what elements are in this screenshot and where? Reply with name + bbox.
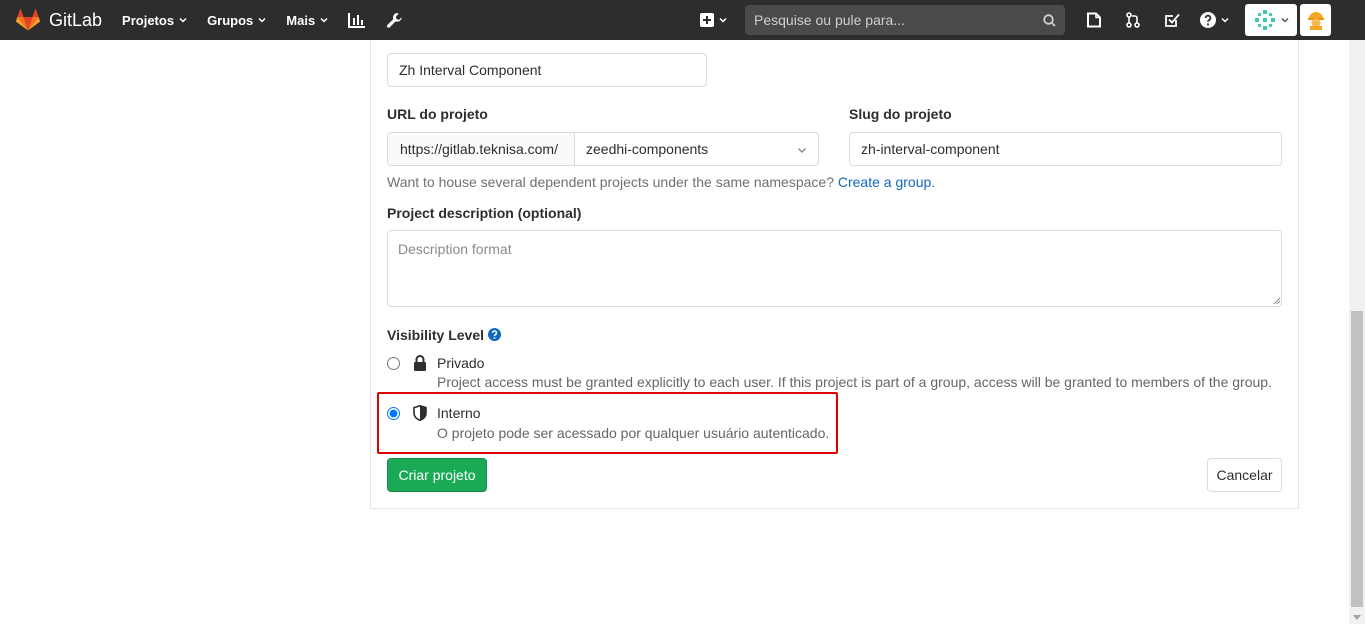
wrench-icon — [387, 12, 402, 28]
url-prefix: https://gitlab.teknisa.com/ — [387, 132, 575, 166]
user-menu-dropdown[interactable] — [1245, 4, 1297, 36]
namespace-value: zeedhi-components — [586, 141, 709, 157]
issues-link[interactable] — [1083, 9, 1105, 31]
new-item-dropdown[interactable] — [700, 13, 727, 27]
bar-chart-icon — [348, 13, 366, 28]
chevron-down-icon — [719, 17, 727, 23]
plus-square-icon — [700, 13, 714, 27]
gitlab-logo-icon — [16, 9, 40, 31]
namespace-help-message: Want to house several dependent projects… — [387, 174, 834, 190]
search-box[interactable] — [745, 5, 1065, 35]
resize-grip-icon[interactable] — [1273, 297, 1281, 305]
merge-requests-link[interactable] — [1122, 9, 1144, 31]
visibility-level-text: Visibility Level — [387, 327, 485, 343]
nav-groups-label: Grupos — [207, 12, 254, 28]
brand-name: GitLab — [49, 9, 103, 30]
todo-check-icon — [1165, 13, 1180, 27]
visibility-private-radio[interactable] — [387, 357, 400, 370]
question-circle-icon — [1200, 12, 1216, 28]
url-prefix-text: https://gitlab.teknisa.com/ — [400, 141, 558, 157]
nav-projects-label: Projetos — [122, 12, 175, 28]
nav-more-dropdown[interactable]: Mais — [286, 13, 328, 28]
worker-avatar-icon — [1307, 12, 1324, 30]
visibility-level-label: Visibility Level — [387, 327, 502, 343]
project-url-label: URL do projeto — [387, 106, 488, 122]
new-project-form: URL do projeto Slug do projeto https://g… — [370, 40, 1299, 509]
chevron-down-icon — [179, 17, 187, 23]
chevron-down-icon — [798, 148, 806, 153]
extension-avatar[interactable] — [1300, 4, 1331, 36]
project-slug-input[interactable] — [849, 132, 1282, 166]
scroll-down-arrow-icon[interactable] — [1353, 615, 1361, 620]
top-navbar: GitLab Projetos Grupos Mais — [0, 0, 1365, 40]
chevron-down-icon — [258, 17, 266, 23]
page-scrollbar[interactable] — [1349, 40, 1365, 624]
chevron-down-icon — [1280, 17, 1289, 23]
create-group-link[interactable]: Create a group. — [838, 174, 935, 190]
activity-chart-link[interactable] — [348, 12, 366, 28]
project-description-label: Project description (optional) — [387, 205, 582, 221]
project-description-textarea[interactable] — [387, 230, 1282, 307]
namespace-select[interactable]: zeedhi-components — [574, 132, 819, 166]
nav-more-label: Mais — [286, 12, 316, 28]
project-name-input[interactable] — [387, 53, 707, 87]
todos-link[interactable] — [1161, 9, 1183, 31]
issues-icon — [1087, 12, 1101, 28]
visibility-internal-radio[interactable] — [387, 407, 400, 420]
scrollbar-thumb[interactable] — [1351, 311, 1363, 607]
create-project-button[interactable]: Criar projeto — [387, 458, 487, 492]
cancel-button[interactable]: Cancelar — [1207, 458, 1282, 492]
user-avatar-icon — [1254, 10, 1275, 30]
highlight-box — [377, 392, 838, 454]
gitlab-home-link[interactable]: GitLab — [16, 9, 102, 31]
nav-projects-dropdown[interactable]: Projetos — [122, 13, 187, 28]
admin-area-link[interactable] — [386, 12, 403, 29]
project-slug-label: Slug do projeto — [849, 106, 952, 122]
visibility-internal-title: Interno — [437, 405, 481, 421]
nav-groups-dropdown[interactable]: Grupos — [207, 13, 266, 28]
chevron-down-icon — [320, 17, 328, 23]
lock-icon — [414, 355, 426, 371]
help-dropdown[interactable] — [1200, 12, 1229, 28]
visibility-internal-description: O projeto pode ser acessado por qualquer… — [437, 425, 830, 441]
visibility-private-description: Project access must be granted explicitl… — [437, 374, 1272, 390]
search-input[interactable] — [754, 12, 1043, 28]
visibility-private-title: Privado — [437, 355, 485, 371]
search-icon — [1043, 13, 1056, 27]
namespace-help-text: Want to house several dependent projects… — [387, 174, 935, 190]
chevron-down-icon — [1221, 17, 1229, 23]
shield-icon — [413, 405, 427, 421]
question-circle-icon[interactable] — [488, 328, 502, 341]
merge-request-icon — [1126, 12, 1140, 28]
